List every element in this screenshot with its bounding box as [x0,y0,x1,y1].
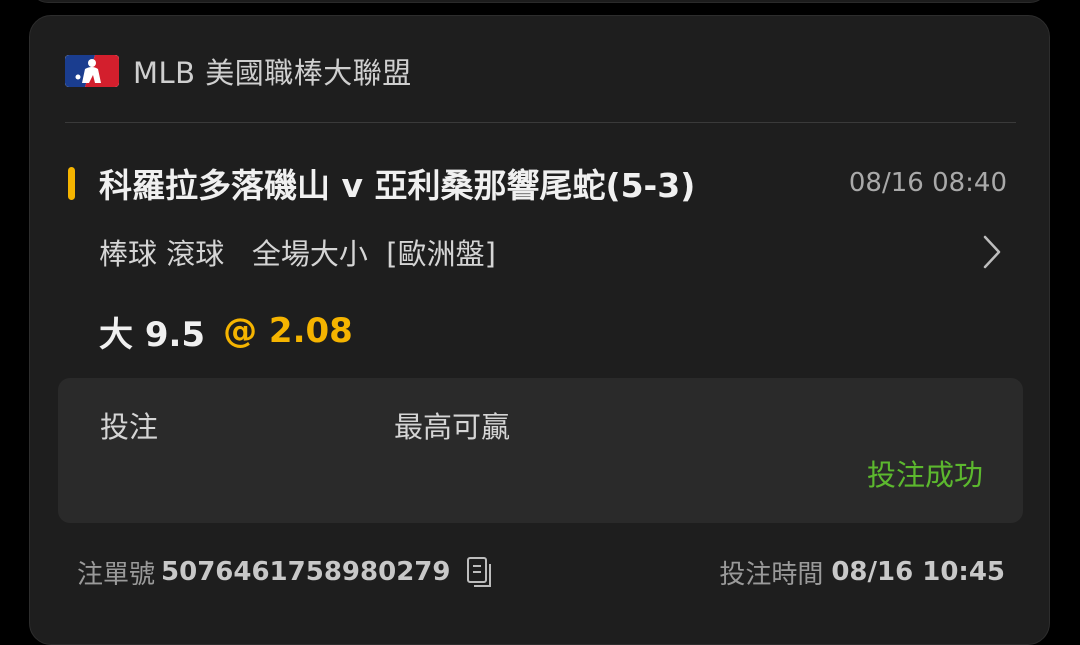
chevron-right-icon[interactable] [977,232,1007,272]
bet-status: 投注成功 [866,458,983,492]
copy-icon[interactable] [464,554,494,590]
league-name: MLB 美國職棒大聯盟 [133,56,412,90]
mlb-logo-icon [65,55,119,87]
header-divider [65,122,1016,123]
market-row[interactable]: 棒球 滾球 全場大小 [歐洲盤] [99,230,1007,274]
bet-card: MLB 美國職棒大聯盟 科羅拉多落磯山 v 亞利桑那響尾蛇(5-3) 08/16… [29,15,1050,645]
bet-time: 08/16 10:45 [831,557,1005,587]
match-row[interactable]: 科羅拉多落磯山 v 亞利桑那響尾蛇(5-3) 08/16 08:40 [68,158,1007,208]
order-number: 5076461758980279 [161,557,451,587]
accent-bar [68,166,75,200]
order-number-label: 注單號 [77,559,156,590]
max-win-label: 最高可贏 [394,410,511,444]
odds: @ 2.08 [223,311,353,351]
league-header: MLB 美國職棒大聯盟 [65,53,412,90]
selection: 大 9.5 [99,314,206,355]
match-time: 08/16 08:40 [848,168,1007,198]
stake-label: 投注 [100,410,159,444]
stake-panel: 投注 最高可贏 投注成功 [58,378,1023,523]
previous-card-edge [30,0,1048,3]
bet-time-label: 投注時間 [719,559,824,590]
match-title: 科羅拉多落磯山 v 亞利桑那響尾蛇(5-3) [99,166,696,205]
footer: 注單號 5076461758980279 投注時間 08/16 10:45 [77,550,1005,594]
selection-row: 大 9.5 @ 2.08 [99,306,353,356]
market-description: 棒球 滾球 全場大小 [歐洲盤] [99,237,496,271]
